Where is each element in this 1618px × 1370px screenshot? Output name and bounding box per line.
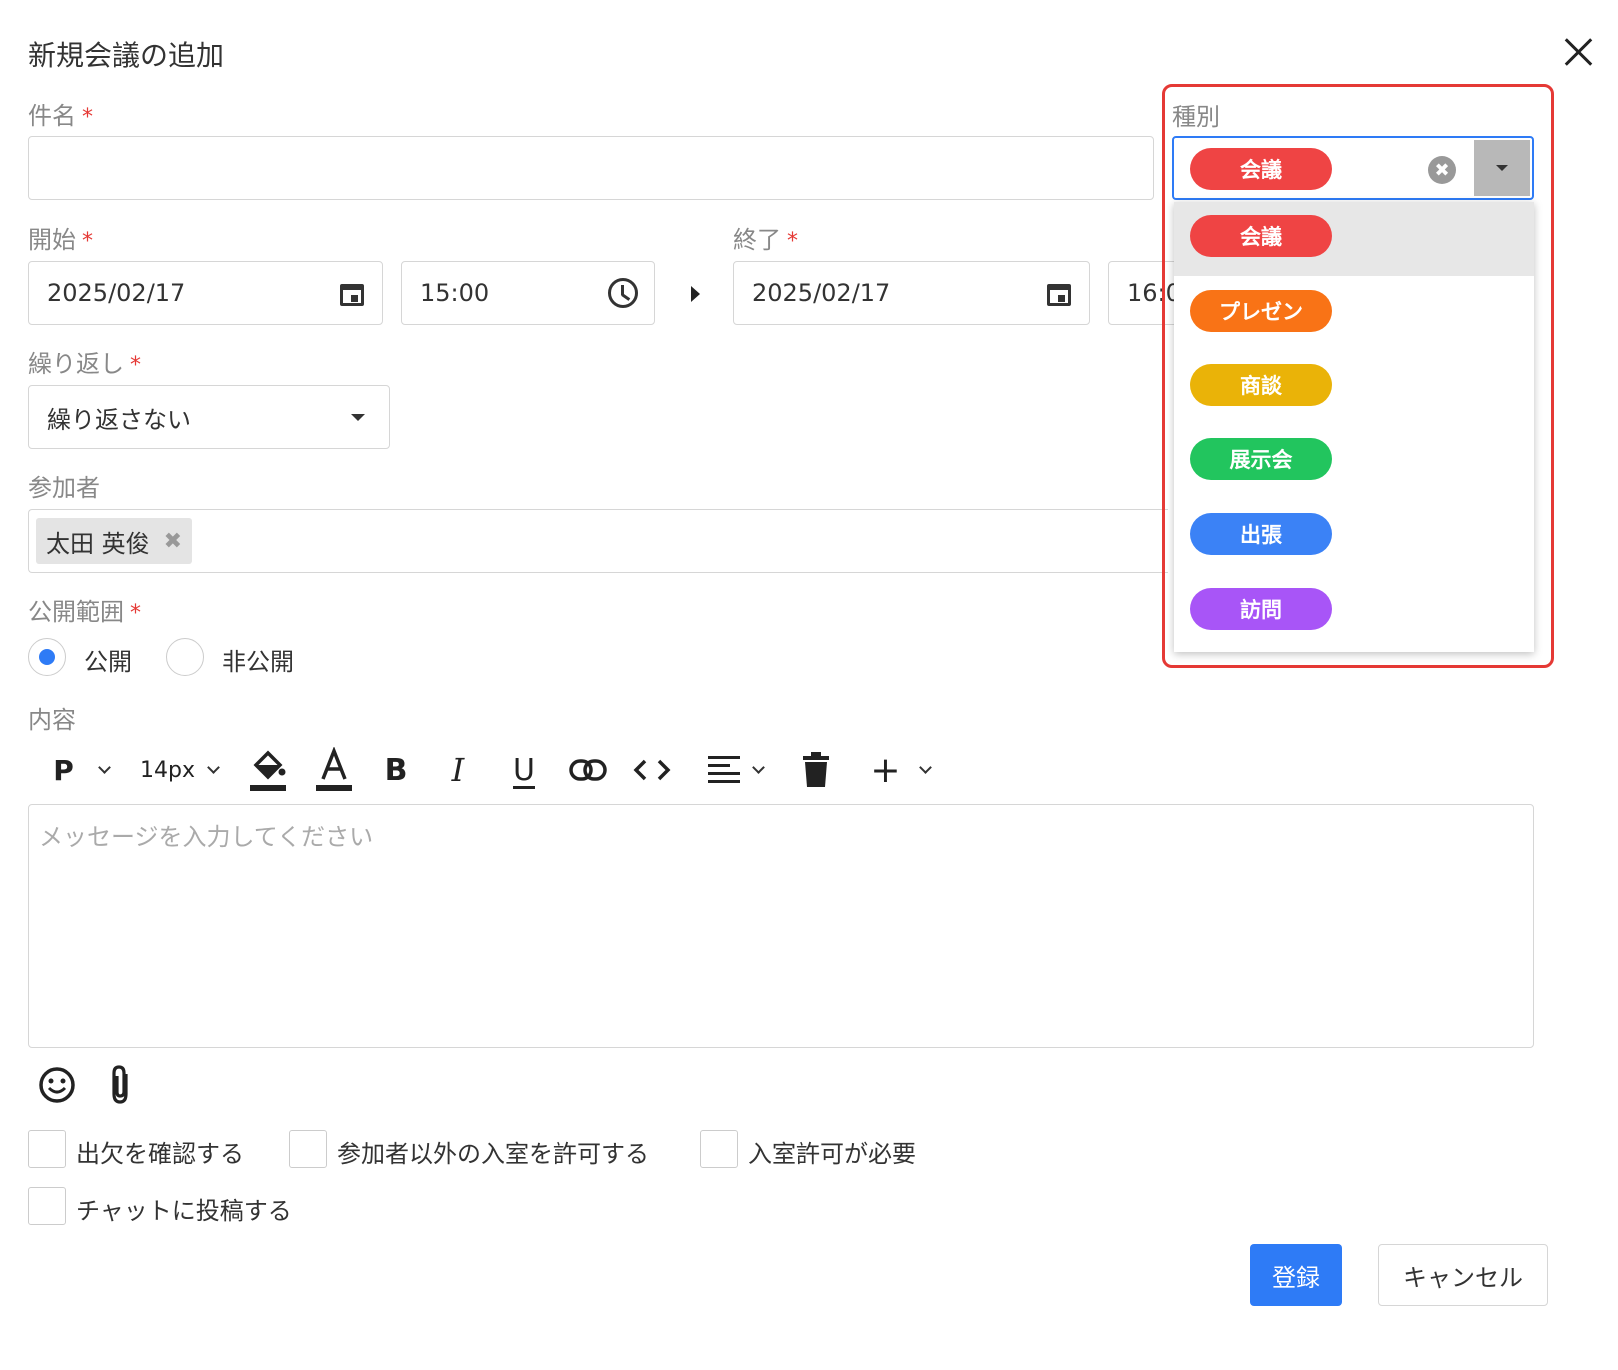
delete-icon[interactable] [798, 740, 834, 800]
chevron-down-icon [351, 414, 365, 421]
checkbox-post-chat-label: チャットに投稿する [76, 1197, 292, 1225]
checkbox-entry-permission-label: 入室許可が必要 [748, 1140, 916, 1168]
repeat-label: 繰り返し * [28, 350, 141, 378]
italic-button[interactable]: I [440, 740, 476, 800]
participant-name: 太田 英俊 [46, 529, 150, 558]
align-left-icon [707, 756, 740, 783]
category-option[interactable]: プレゼン [1174, 276, 1534, 350]
paperclip-icon[interactable] [106, 1064, 136, 1106]
link-icon[interactable] [566, 740, 610, 800]
start-date-value: 2025/02/17 [47, 279, 186, 307]
end-label: 終了 * [733, 226, 798, 254]
emoji-icon[interactable] [38, 1066, 76, 1104]
start-time-input[interactable]: 15:00 [401, 261, 655, 325]
chevron-down-icon [97, 761, 111, 774]
chevron-down-icon [207, 761, 220, 774]
message-editor[interactable]: メッセージを入力してください [28, 804, 1534, 1048]
insert-button[interactable]: + [862, 740, 938, 800]
category-pill: 出張 [1190, 513, 1332, 555]
chevron-down-icon [751, 761, 765, 774]
participants-label: 参加者 [28, 474, 100, 502]
remove-icon[interactable]: ✖ [164, 529, 182, 554]
code-icon[interactable] [630, 740, 674, 800]
paragraph-format-button[interactable]: P [46, 740, 116, 800]
underline-button[interactable]: U [504, 740, 544, 800]
content-label: 内容 [28, 706, 76, 734]
chevron-down-icon [918, 761, 932, 774]
category-option[interactable]: 訪問 [1174, 575, 1534, 649]
checkbox-attendance[interactable] [28, 1130, 66, 1168]
radio-private-label: 非公開 [222, 648, 294, 676]
repeat-value: 繰り返さない [47, 405, 191, 434]
font-size-button[interactable]: 14px [134, 740, 224, 800]
category-pill: 訪問 [1190, 588, 1332, 630]
close-icon[interactable] [1558, 32, 1598, 72]
participant-chip: 太田 英俊 ✖ [36, 518, 193, 564]
subject-input[interactable] [28, 136, 1154, 200]
category-pill: プレゼン [1190, 290, 1332, 332]
chevron-down-icon [1496, 165, 1508, 171]
start-label: 開始 * [28, 226, 93, 254]
radio-public[interactable] [28, 638, 66, 676]
dialog-title: 新規会議の追加 [28, 39, 225, 72]
range-arrow-icon [691, 286, 700, 302]
participants-input[interactable] [28, 509, 1168, 573]
checkbox-attendance-label: 出欠を確認する [76, 1140, 244, 1168]
subject-label: 件名 * [28, 102, 93, 130]
align-button[interactable] [694, 740, 774, 800]
category-pill: 商談 [1190, 364, 1332, 406]
text-color-icon[interactable] [312, 740, 356, 800]
submit-button[interactable]: 登録 [1250, 1244, 1342, 1306]
fill-color-icon[interactable] [246, 740, 290, 800]
checkbox-entry-permission[interactable] [700, 1130, 738, 1168]
start-date-input[interactable]: 2025/02/17 [28, 261, 383, 325]
clear-icon[interactable]: ✖ [1428, 156, 1456, 184]
calendar-icon[interactable] [338, 280, 366, 308]
checkbox-allow-others-label: 参加者以外の入室を許可する [337, 1140, 649, 1168]
end-date-value: 2025/02/17 [752, 279, 891, 307]
category-pill: 展示会 [1190, 438, 1332, 480]
visibility-label: 公開範囲 * [28, 598, 141, 626]
category-option[interactable]: 出張 [1174, 500, 1534, 574]
category-option[interactable]: 展示会 [1174, 426, 1534, 500]
cancel-button[interactable]: キャンセル [1378, 1244, 1548, 1306]
category-label: 種別 [1172, 103, 1220, 131]
category-pill: 会議 [1190, 215, 1332, 257]
bold-button[interactable]: B [378, 740, 414, 800]
category-selected-pill: 会議 [1190, 148, 1332, 190]
category-select[interactable]: 会議 ✖ [1172, 136, 1534, 200]
start-time-value: 15:00 [420, 279, 490, 307]
category-option[interactable]: 商談 [1174, 351, 1534, 425]
calendar-icon[interactable] [1045, 280, 1073, 308]
end-date-input[interactable]: 2025/02/17 [733, 261, 1090, 325]
radio-private[interactable] [166, 638, 204, 676]
radio-public-label: 公開 [84, 648, 132, 676]
checkbox-allow-others[interactable] [289, 1130, 327, 1168]
category-option[interactable]: 会議 [1174, 202, 1534, 276]
checkbox-post-chat[interactable] [28, 1187, 66, 1225]
clock-icon[interactable] [608, 278, 638, 308]
dropdown-toggle-button[interactable] [1474, 140, 1530, 196]
category-dropdown-menu: 会議 プレゼン 商談 展示会 出張 訪問 [1174, 202, 1534, 652]
repeat-select[interactable]: 繰り返さない [28, 385, 390, 449]
